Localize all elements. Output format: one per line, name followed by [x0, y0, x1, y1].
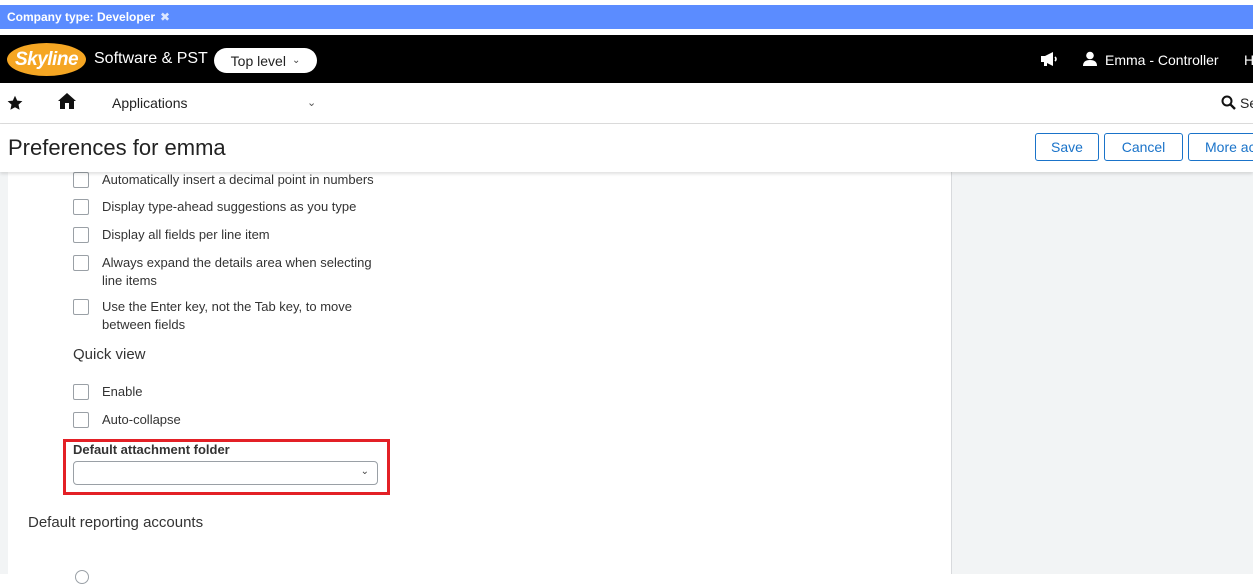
megaphone-icon[interactable] [1040, 51, 1058, 72]
checkbox-row[interactable]: Enable [73, 384, 392, 401]
checkbox-label: Auto-collapse [102, 412, 181, 427]
checkbox[interactable] [73, 172, 89, 188]
cancel-button[interactable]: Cancel [1104, 133, 1183, 161]
home-icon[interactable] [57, 92, 77, 115]
checkbox-label: Display type-ahead suggestions as you ty… [102, 199, 357, 214]
more-actions-button[interactable]: More ac [1188, 133, 1253, 161]
checkbox-label: Display all fields per line item [102, 227, 270, 242]
checkbox-label: Enable [102, 384, 143, 399]
checkbox-row[interactable]: Always expand the details area when sele… [73, 255, 392, 290]
page-title: Preferences for emma [8, 135, 226, 160]
search-label[interactable]: Se [1240, 95, 1253, 111]
company-type-label: Company type: Developer [7, 10, 156, 24]
preferences-panel: Automatically insert a decimal point in … [8, 172, 952, 584]
checkbox[interactable] [73, 384, 89, 400]
user-icon[interactable] [1082, 51, 1098, 72]
checkbox-label: Automatically insert a decimal point in … [102, 172, 374, 187]
search-icon[interactable] [1221, 95, 1236, 115]
save-button[interactable]: Save [1035, 133, 1099, 161]
help-menu[interactable]: H [1244, 52, 1253, 68]
default-reporting-accounts-heading: Default reporting accounts [28, 514, 204, 531]
logo-text: Skyline [14, 48, 79, 70]
checkbox-row[interactable]: Display all fields per line item [73, 227, 392, 244]
checkbox-row[interactable]: Use the Enter key, not the Tab key, to m… [73, 299, 392, 334]
checkbox-label: Use the Enter key, not the Tab key, to m… [102, 299, 353, 332]
right-side-panel [952, 172, 1253, 574]
checkbox-row[interactable]: Automatically insert a decimal point in … [73, 172, 392, 189]
chevron-down-icon[interactable]: ⌄ [307, 96, 316, 109]
checkbox[interactable] [73, 227, 89, 243]
left-gutter [0, 172, 8, 574]
checkbox-label: Always expand the details area when sele… [102, 255, 372, 288]
company-name[interactable]: Software & PST [94, 50, 208, 68]
quick-view-heading: Quick view [73, 346, 146, 363]
page-title-bar: Preferences for emma Save Cancel More ac [0, 124, 1253, 172]
checkbox[interactable] [73, 255, 89, 271]
nav-bar: Applications ⌄ Se [0, 83, 1253, 124]
level-selector-label: Top level [230, 52, 286, 69]
chevron-down-icon: ⌄ [291, 55, 301, 66]
user-menu[interactable]: Emma - Controller [1105, 52, 1219, 68]
skyline-logo[interactable]: Skyline [7, 43, 86, 76]
checkbox[interactable] [73, 199, 89, 215]
checkbox-row[interactable]: Auto-collapse [73, 412, 392, 429]
default-attachment-folder-select[interactable]: ⌄ [73, 461, 378, 485]
app-header: Skyline Software & PST Top level ⌄ Emma … [0, 35, 1253, 83]
default-attachment-folder-label: Default attachment folder [73, 442, 230, 457]
checkbox[interactable] [73, 412, 89, 428]
level-selector[interactable]: Top level ⌄ [214, 48, 317, 73]
company-type-banner: Company type: Developer ✖ [0, 5, 1253, 29]
radio-button[interactable] [75, 570, 89, 584]
chevron-down-icon: ⌄ [360, 466, 369, 477]
applications-menu[interactable]: Applications [112, 95, 188, 111]
checkbox-row[interactable]: Display type-ahead suggestions as you ty… [73, 199, 392, 216]
close-icon[interactable]: ✖ [160, 10, 170, 24]
checkbox[interactable] [73, 299, 89, 315]
star-icon[interactable] [7, 95, 23, 116]
